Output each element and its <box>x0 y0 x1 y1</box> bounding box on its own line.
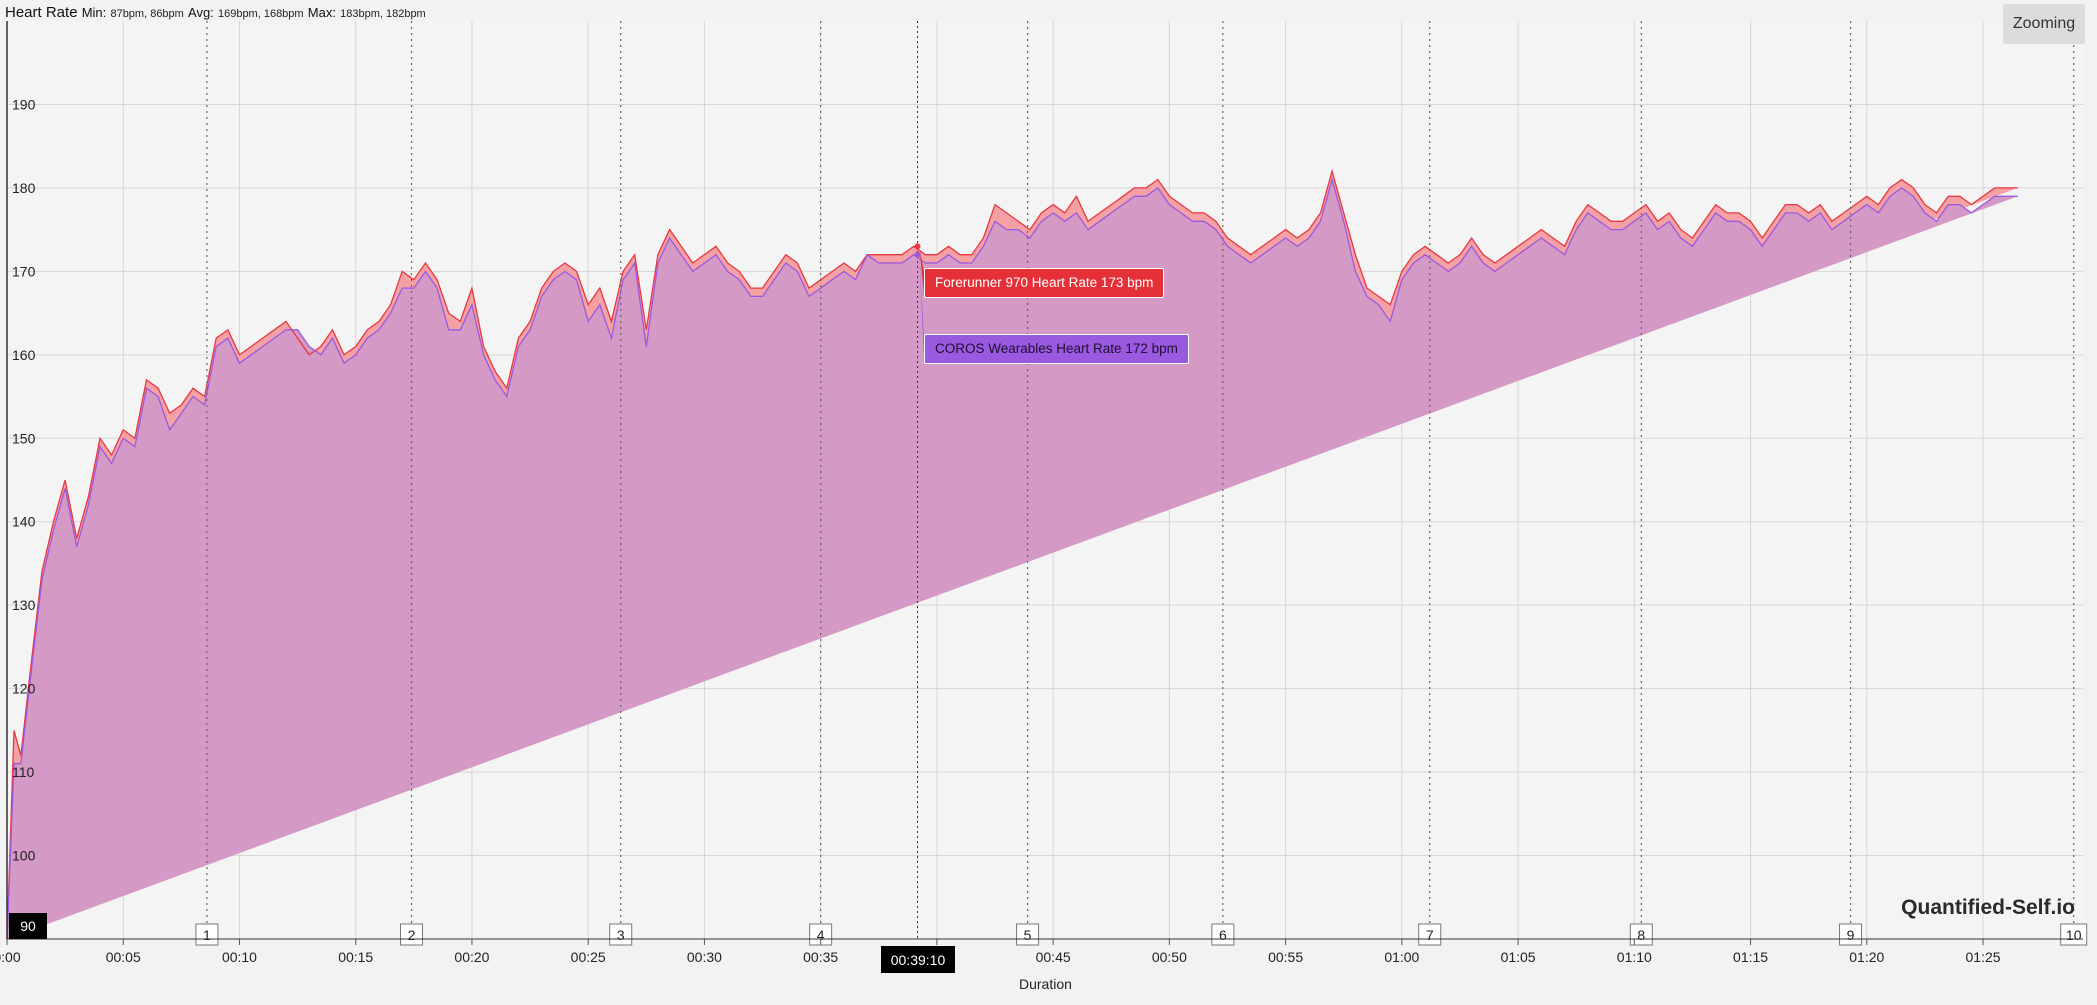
tooltip-forerunner: Forerunner 970 Heart Rate 173 bpm <box>924 268 1165 298</box>
x-axis-title: Duration <box>1019 976 1072 992</box>
y-tick-label: 130 <box>12 597 36 613</box>
lap-marker-label: 9 <box>1847 927 1855 943</box>
x-tick-label: 0:00 <box>0 949 21 965</box>
y-tick-label: 100 <box>12 848 36 864</box>
x-tick-label: 00:25 <box>571 949 606 965</box>
x-tick-label: 01:20 <box>1849 949 1884 965</box>
y-tick-label: 120 <box>12 681 36 697</box>
x-tick-label: 00:20 <box>454 949 489 965</box>
x-tick-label: 01:10 <box>1617 949 1652 965</box>
lap-marker-label: 6 <box>1219 927 1227 943</box>
cursor-x-label: 00:39:10 <box>881 946 955 973</box>
lap-marker-label: 2 <box>408 927 416 943</box>
stat-max-label: Max: <box>307 5 336 20</box>
stat-min-label: Min: <box>81 5 107 20</box>
y-tick-label: 170 <box>12 263 36 279</box>
x-tick-label: 00:50 <box>1152 949 1187 965</box>
x-tick-label: 01:05 <box>1501 949 1536 965</box>
x-tick-label: 00:45 <box>1036 949 1071 965</box>
lap-marker-label: 5 <box>1024 927 1032 943</box>
zooming-button[interactable]: Zooming <box>2003 4 2085 44</box>
tooltip-coros: COROS Wearables Heart Rate 172 bpm <box>924 334 1189 364</box>
watermark-logo: Quantified-Self.io <box>1901 896 2075 919</box>
x-tick-label: 00:30 <box>687 949 722 965</box>
y-tick-label: 140 <box>12 514 36 530</box>
cursor-point-forerunner <box>914 243 921 250</box>
stat-avg-value: 169bpm, 168bpm <box>217 8 304 20</box>
x-tick-label: 01:00 <box>1384 949 1419 965</box>
cursor-point-coros <box>914 251 921 258</box>
stat-avg-label: Avg: <box>188 5 214 20</box>
x-tick-label: 01:25 <box>1966 949 2001 965</box>
stat-max-value: 183bpm, 182bpm <box>340 8 426 20</box>
x-tick-label: 01:15 <box>1733 949 1768 965</box>
y-tick-label: 110 <box>12 764 35 780</box>
x-tick-label: 00:55 <box>1268 949 1303 965</box>
cursor-y-label: 90 <box>9 913 47 939</box>
stat-min-value: 87bpm, 86bpm <box>110 8 184 20</box>
lap-marker-label: 10 <box>2066 927 2082 943</box>
chart-title: Heart Rate <box>5 4 78 21</box>
x-tick-label: 00:15 <box>338 949 373 965</box>
y-tick-label: 150 <box>12 430 36 446</box>
y-tick-label: 180 <box>12 180 36 196</box>
x-tick-label: 00:10 <box>222 949 257 965</box>
lap-marker-label: 8 <box>1637 927 1645 943</box>
x-tick-label: 00:35 <box>803 949 838 965</box>
lap-marker-label: 7 <box>1426 927 1434 943</box>
y-tick-label: 160 <box>12 347 36 363</box>
lap-marker-label: 3 <box>617 927 625 943</box>
chart-header: Heart Rate Min: 87bpm, 86bpm Avg: 169bpm… <box>5 4 426 21</box>
stat-avg: Avg: 169bpm, 168bpm <box>188 4 308 21</box>
x-tick-label: 00:05 <box>106 949 141 965</box>
lap-marker-label: 1 <box>203 927 211 943</box>
y-tick-label: 190 <box>12 96 36 112</box>
heart-rate-chart[interactable]: 1 2 3 4 5 6 7 8 9 10 1001101201301401501601701801… <box>0 0 2097 1005</box>
stat-max: Max: 183bpm, 182bpm <box>308 4 426 21</box>
stat-min: Min: 87bpm, 86bpm <box>82 4 188 21</box>
